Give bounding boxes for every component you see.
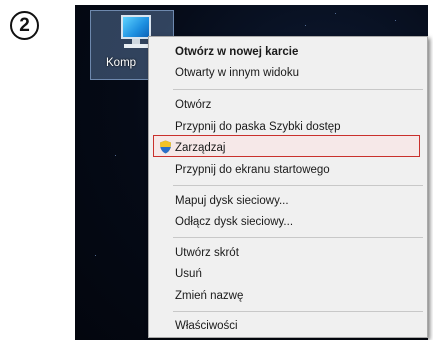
menu-item-rename[interactable]: Zmień nazwę [175, 289, 243, 303]
menu-item-open-other-view[interactable]: Otwarty w innym widoku [175, 66, 299, 80]
computer-icon [121, 15, 151, 39]
step-number-badge: 2 [10, 11, 39, 40]
uac-shield-icon [160, 140, 171, 154]
computer-icon-base [124, 44, 148, 48]
menu-item-disconnect-network-drive[interactable]: Odłącz dysk sieciowy... [175, 215, 293, 229]
desktop-icon-label: Komp [106, 57, 137, 69]
menu-item-map-network-drive[interactable]: Mapuj dysk sieciowy... [175, 194, 289, 208]
menu-item-open-new-tab[interactable]: Otwórz w nowej karcie [175, 45, 298, 59]
menu-item-pin-quick-access[interactable]: Przypnij do paska Szybki dostęp [175, 120, 341, 134]
menu-separator [173, 237, 423, 238]
menu-item-delete[interactable]: Usuń [175, 267, 202, 281]
context-menu: Otwórz w nowej karcie Otwarty w innym wi… [148, 36, 428, 338]
menu-separator [173, 311, 423, 312]
menu-item-pin-start[interactable]: Przypnij do ekranu startowego [175, 163, 330, 177]
menu-item-manage[interactable]: Zarządzaj [175, 141, 226, 155]
menu-separator [173, 89, 423, 90]
menu-item-create-shortcut[interactable]: Utwórz skrót [175, 246, 239, 260]
menu-item-properties[interactable]: Właściwości [175, 319, 238, 333]
menu-separator [173, 185, 423, 186]
menu-item-open[interactable]: Otwórz [175, 98, 211, 112]
